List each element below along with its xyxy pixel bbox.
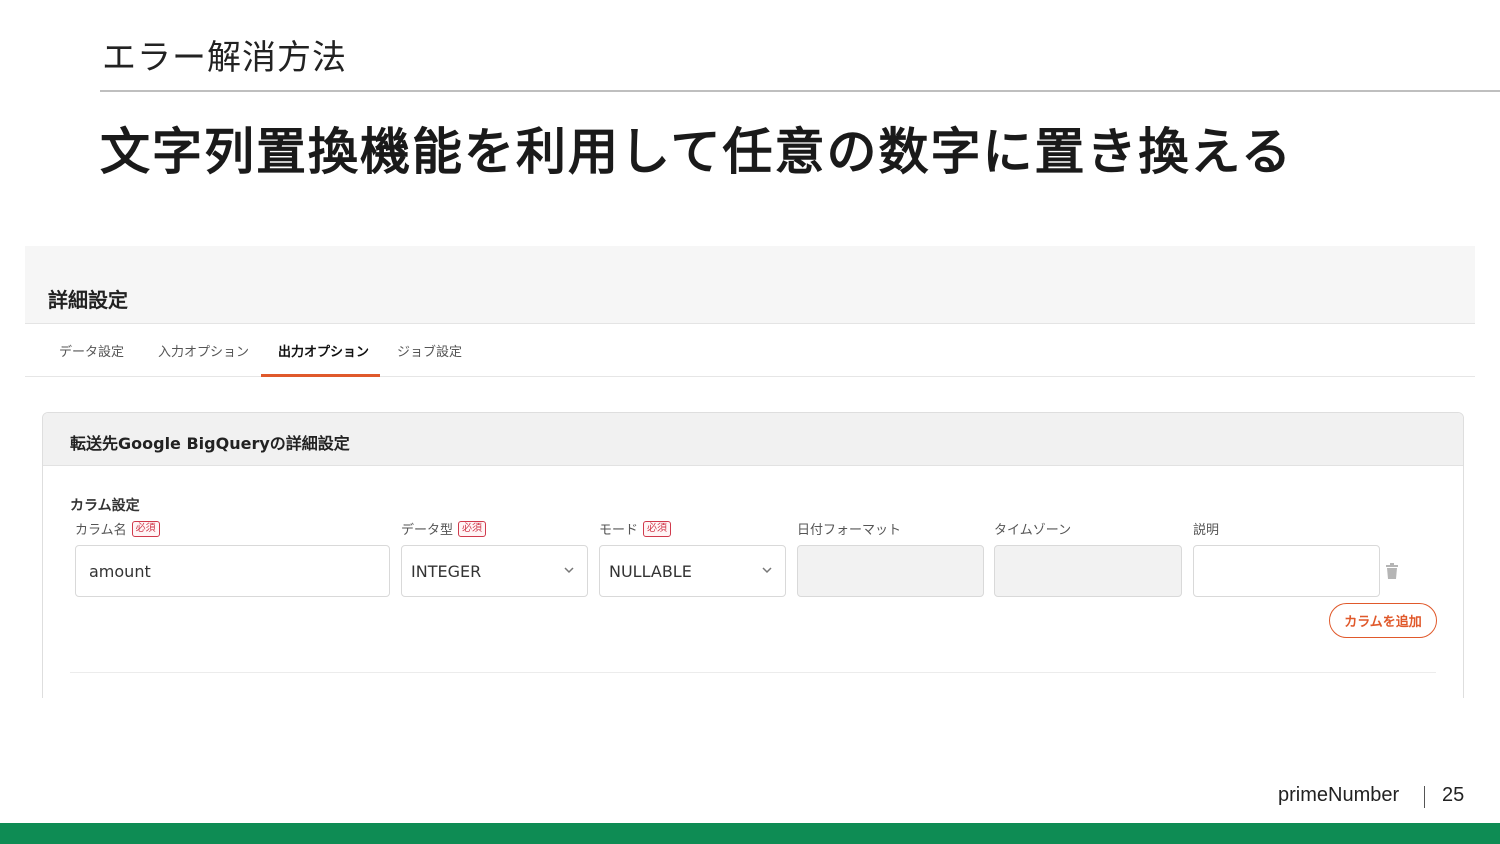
data-type-select[interactable]: INTEGER (401, 545, 588, 597)
active-tab-indicator (261, 374, 380, 377)
required-badge: 必須 (643, 520, 672, 537)
card-divider (70, 672, 1436, 673)
settings-screenshot: 詳細設定 データ設定 入力オプション 出力オプション ジョブ設定 転送先Goog… (25, 246, 1475, 698)
column-name-label: カラム名 必須 (75, 519, 160, 538)
footer-bar (0, 823, 1500, 844)
description-input[interactable] (1193, 545, 1380, 597)
column-name-value: amount (89, 561, 151, 581)
data-type-value: INTEGER (411, 561, 482, 581)
footer-separator (1424, 786, 1425, 808)
description-label: 説明 (1193, 523, 1220, 538)
slide-title: 文字列置換機能を利用して任意の数字に置き換える (100, 123, 1293, 181)
column-name-label-text: カラム名 (75, 523, 127, 538)
slide-section-title: エラー解消方法 (102, 38, 347, 78)
add-column-button[interactable]: カラムを追加 (1329, 603, 1437, 638)
mode-select[interactable]: NULLABLE (599, 545, 786, 597)
trash-icon[interactable] (1385, 563, 1399, 579)
date-format-input[interactable] (797, 545, 984, 597)
settings-header: 詳細設定 (25, 246, 1475, 324)
section-divider (100, 90, 1500, 92)
bigquery-settings-card: 転送先Google BigQueryの詳細設定 カラム設定 カラム名 必須 デー… (42, 412, 1464, 698)
tab-input-options[interactable]: 入力オプション (158, 341, 249, 360)
mode-value: NULLABLE (609, 561, 692, 581)
timezone-label: タイムゾーン (994, 523, 1072, 538)
required-badge: 必須 (131, 520, 160, 537)
column-settings-label: カラム設定 (70, 498, 140, 514)
card-header: 転送先Google BigQueryの詳細設定 (43, 413, 1463, 466)
settings-header-title: 詳細設定 (48, 288, 128, 312)
footer-brand: primeNumber (1278, 784, 1400, 806)
chevron-down-icon (762, 567, 772, 574)
data-type-label-text: データ型 (401, 523, 454, 538)
timezone-input[interactable] (994, 545, 1182, 597)
column-name-input[interactable]: amount (75, 545, 390, 597)
tab-output-options[interactable]: 出力オプション (278, 341, 369, 360)
settings-tabs: データ設定 入力オプション 出力オプション ジョブ設定 (25, 324, 1475, 377)
mode-label-text: モード (599, 523, 639, 538)
required-badge: 必須 (458, 520, 487, 537)
tab-data-settings[interactable]: データ設定 (59, 341, 124, 360)
data-type-label: データ型 必須 (401, 519, 487, 538)
date-format-label: 日付フォーマット (797, 523, 902, 538)
card-title: 転送先Google BigQueryの詳細設定 (70, 434, 350, 453)
page-number: 25 (1442, 784, 1465, 806)
chevron-down-icon (564, 567, 574, 574)
mode-label: モード 必須 (599, 519, 672, 538)
tab-job-settings[interactable]: ジョブ設定 (397, 341, 462, 360)
